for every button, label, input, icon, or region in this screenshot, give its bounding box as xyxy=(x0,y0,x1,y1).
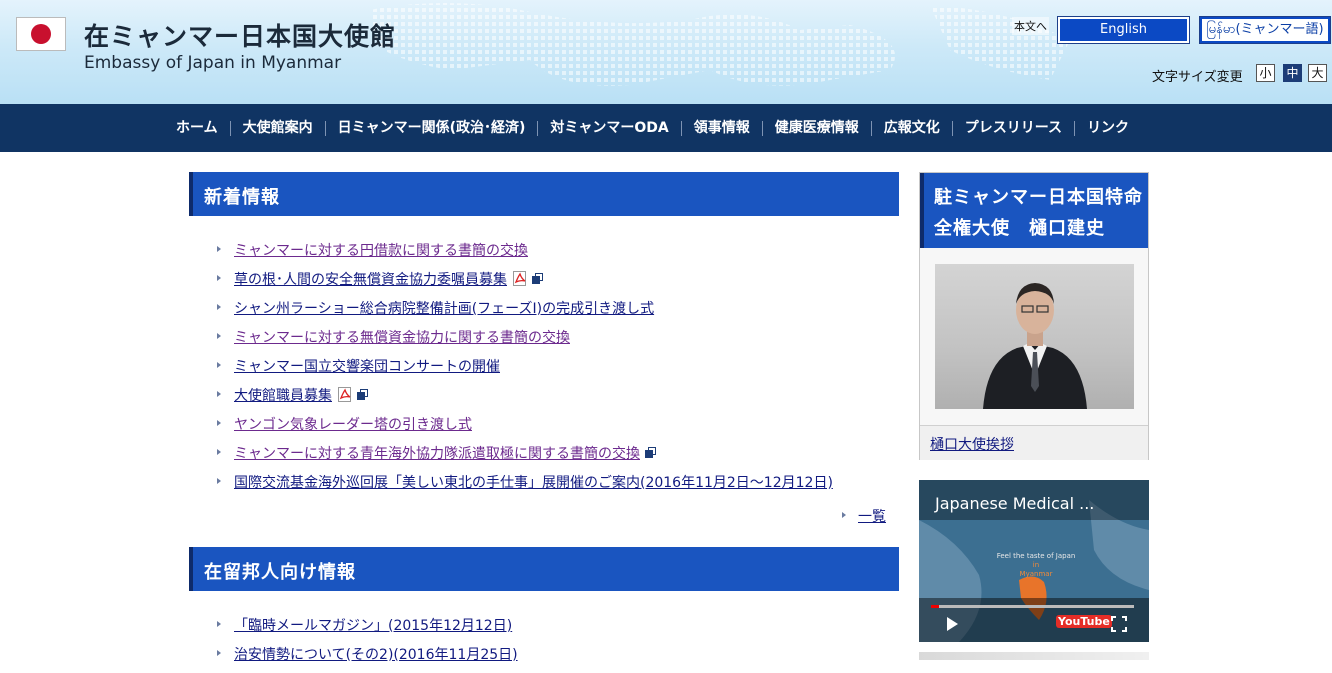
english-language-button[interactable]: English xyxy=(1057,16,1190,44)
fullscreen-icon[interactable] xyxy=(1111,616,1127,632)
new-window-icon xyxy=(645,447,656,458)
japan-flag-icon xyxy=(16,17,66,51)
nav-item-embassy-info[interactable]: 大使館案内 xyxy=(229,120,325,136)
list-item: ミャンマーに対する青年海外協力隊派遣取極に関する書簡の交換 xyxy=(217,443,833,472)
myanmar-language-button[interactable]: မြန်မာ(ミャンマー語) xyxy=(1199,16,1331,44)
font-size-medium-button[interactable]: 中 xyxy=(1283,64,1302,82)
site-title-english[interactable]: Embassy of Japan in Myanmar xyxy=(84,53,341,73)
nav-item-oda[interactable]: 対ミャンマーODA xyxy=(537,120,680,136)
residents-heading-text: 在留邦人向け情報 xyxy=(204,562,356,583)
main-navigation: ホーム 大使館案内 日ミャンマー関係(政治･経済) 対ミャンマーODA 領事情報… xyxy=(0,104,1332,152)
nav-item-relations[interactable]: 日ミャンマー関係(政治･経済) xyxy=(324,120,538,136)
news-section-heading: 新着情報 xyxy=(189,172,899,216)
news-link[interactable]: 国際交流基金海外巡回展「美しい東北の手仕事」展開催のご案内(2016年11月2日… xyxy=(234,475,833,491)
list-item: 治安情勢について(その2)(2016年11月25日) xyxy=(217,644,518,673)
list-item: 「臨時メールマガジン」(2015年12月12日) xyxy=(217,615,518,644)
news-more-link[interactable]: 一覧 xyxy=(858,509,886,525)
ambassador-greeting-link[interactable]: 樋口大使挨拶 xyxy=(930,434,1014,454)
nav-item-links[interactable]: リンク xyxy=(1074,120,1141,136)
news-link[interactable]: 大使館職員募集 xyxy=(234,388,332,404)
font-size-label: 文字サイズ変更 xyxy=(1152,70,1243,85)
list-item: 国際交流基金海外巡回展「美しい東北の手仕事」展開催のご案内(2016年11月2日… xyxy=(217,472,833,501)
list-item: ミャンマー国立交響楽団コンサートの開催 xyxy=(217,356,833,385)
list-item: ミャンマーに対する円借款に関する書簡の交換 xyxy=(217,240,833,269)
youtube-logo-icon[interactable]: YouTube xyxy=(1055,615,1112,628)
font-size-small-button[interactable]: 小 xyxy=(1256,64,1275,82)
nav-item-press[interactable]: プレスリリース xyxy=(951,120,1074,136)
sidebar-next-banner[interactable] xyxy=(919,652,1149,660)
list-item: ヤンゴン気象レーダー塔の引き渡し式 xyxy=(217,414,833,443)
video-caption-line: in xyxy=(1032,561,1040,569)
ambassador-photo xyxy=(935,264,1134,409)
residents-list: 「臨時メールマガジン」(2015年12月12日) 治安情勢について(その2)(2… xyxy=(217,615,518,673)
ambassador-heading-text: 駐ミャンマー日本国特命全権大使 樋口建史 xyxy=(934,187,1143,239)
video-caption: Feel the taste of Japan in Myanmar xyxy=(977,552,1095,579)
news-link[interactable]: シャン州ラーショー総合病院整備計画(フェーズI)の完成引き渡し式 xyxy=(234,301,654,317)
video-caption-line: Myanmar xyxy=(1019,570,1053,578)
list-item: 大使館職員募集 xyxy=(217,385,833,414)
new-window-icon xyxy=(532,273,543,284)
residents-section-heading: 在留邦人向け情報 xyxy=(189,547,899,591)
nav-item-home[interactable]: ホーム xyxy=(164,120,230,136)
news-list: ミャンマーに対する円借款に関する書簡の交換 草の根･人間の安全無償資金協力委嘱員… xyxy=(217,240,833,501)
video-progress-bar[interactable] xyxy=(931,605,1134,608)
news-more: 一覧 xyxy=(842,506,886,526)
nav-item-health[interactable]: 健康医療情報 xyxy=(761,120,871,136)
pdf-icon[interactable] xyxy=(338,387,352,402)
news-link[interactable]: ミャンマーに対する円借款に関する書簡の交換 xyxy=(234,243,528,259)
world-map-dots-decoration xyxy=(370,2,1070,86)
news-link[interactable]: ヤンゴン気象レーダー塔の引き渡し式 xyxy=(234,417,472,433)
video-player[interactable]: Japanese Medical ... Feel the taste of J… xyxy=(919,480,1149,642)
font-size-large-button[interactable]: 大 xyxy=(1308,64,1327,82)
nav-item-consular[interactable]: 領事情報 xyxy=(680,120,762,136)
news-link[interactable]: 草の根･人間の安全無償資金協力委嘱員募集 xyxy=(234,272,507,288)
ambassador-greeting-row: 樋口大使挨拶 xyxy=(920,425,1148,460)
list-item: シャン州ラーショー総合病院整備計画(フェーズI)の完成引き渡し式 xyxy=(217,298,833,327)
residents-link[interactable]: 治安情勢について(その2)(2016年11月25日) xyxy=(234,647,518,663)
news-heading-text: 新着情報 xyxy=(204,187,280,208)
new-window-icon xyxy=(357,389,368,400)
site-title-japanese[interactable]: 在ミャンマー日本国大使館 xyxy=(84,17,396,53)
list-item: 草の根･人間の安全無償資金協力委嘱員募集 xyxy=(217,269,833,298)
news-link[interactable]: ミャンマーに対する無償資金協力に関する書簡の交換 xyxy=(234,330,570,346)
skip-to-content-link[interactable]: 本文へ xyxy=(1012,17,1049,35)
residents-link[interactable]: 「臨時メールマガジン」(2015年12月12日) xyxy=(234,618,512,634)
pdf-icon[interactable] xyxy=(513,271,527,286)
list-item: ミャンマーに対する無償資金協力に関する書簡の交換 xyxy=(217,327,833,356)
play-icon[interactable] xyxy=(947,617,958,631)
news-link[interactable]: ミャンマー国立交響楽団コンサートの開催 xyxy=(234,359,500,375)
nav-item-culture[interactable]: 広報文化 xyxy=(870,120,952,136)
video-caption-line: Feel the taste of Japan xyxy=(996,552,1076,560)
youtube-logo-text: YouTube xyxy=(1056,615,1112,628)
ambassador-box: 駐ミャンマー日本国特命全権大使 樋口建史 樋口大使挨拶 xyxy=(919,172,1149,460)
video-title[interactable]: Japanese Medical ... xyxy=(935,494,1094,513)
ambassador-heading: 駐ミャンマー日本国特命全権大使 樋口建史 xyxy=(920,173,1148,248)
news-link[interactable]: ミャンマーに対する青年海外協力隊派遣取極に関する書簡の交換 xyxy=(234,446,640,462)
site-header: 在ミャンマー日本国大使館 Embassy of Japan in Myanmar… xyxy=(0,0,1332,104)
